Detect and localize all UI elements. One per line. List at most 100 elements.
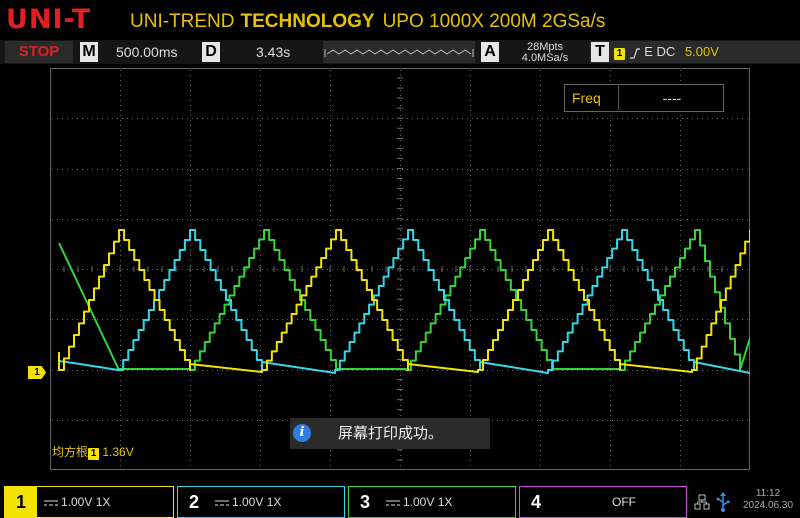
graticule-dot (260, 220, 261, 221)
graticule-dot (527, 420, 528, 421)
delay-value[interactable]: 3.43s (256, 42, 290, 62)
graticule-dot (330, 370, 331, 371)
measurement-label: Freq (572, 90, 601, 106)
graticule-dot (437, 319, 438, 320)
graticule-dot (222, 319, 223, 320)
graticule-dot (142, 219, 143, 220)
graticule-dot (257, 269, 258, 270)
graticule-dot (237, 219, 238, 220)
graticule-dot (437, 370, 438, 371)
graticule-dot (260, 265, 261, 266)
graticule-dot (262, 118, 263, 119)
graticule-dot (337, 219, 338, 220)
channel-3-panel[interactable]: 3 1.00V 1X (348, 486, 516, 518)
graticule-dot (647, 219, 648, 220)
graticule-dot (457, 118, 458, 119)
graticule-dot (227, 118, 228, 119)
graticule-dot (260, 245, 261, 246)
graticule-dot (260, 225, 261, 226)
graticule-dot (102, 370, 103, 371)
graticule-dot (610, 115, 611, 116)
graticule-dot (400, 390, 401, 391)
channel-2-panel[interactable]: 2 1.00V 1X (177, 486, 345, 518)
graticule-dot (190, 300, 191, 301)
graticule-dot (540, 100, 541, 101)
channel-1-panel[interactable]: 1 1.00V 1X (4, 486, 174, 518)
graticule-dot (120, 260, 121, 261)
graticule-dot (680, 465, 681, 466)
graticule-dot (162, 169, 163, 170)
graticule-dot (447, 370, 448, 371)
graticule-dot (552, 219, 553, 220)
graticule-dot (610, 450, 611, 451)
graticule-dot (92, 370, 93, 371)
graticule-dot (260, 450, 261, 451)
trigger-key[interactable]: T (591, 42, 609, 62)
graticule-dot (307, 319, 308, 320)
graticule-dot (147, 219, 148, 220)
graticule-dot (197, 219, 198, 220)
graticule-dot (657, 269, 658, 270)
graticule-dot (347, 269, 348, 270)
graticule-dot (260, 260, 261, 261)
graticule-dot (162, 219, 163, 220)
graticule-dot (692, 420, 693, 421)
graticule-dot (470, 395, 471, 396)
graticule-dot (260, 445, 261, 446)
ch1-offset-marker[interactable]: 1 (28, 366, 46, 379)
usb-icon[interactable] (716, 492, 730, 512)
graticule-dot (470, 415, 471, 416)
graticule-dot (470, 280, 471, 281)
graticule-dot (260, 150, 261, 151)
graticule-dot (472, 169, 473, 170)
graticule-dot (177, 420, 178, 421)
graticule-dot (547, 269, 548, 270)
graticule-dot (377, 219, 378, 220)
graticule-dot (610, 130, 611, 131)
graticule-dot (610, 285, 611, 286)
graticule-dot (190, 75, 191, 76)
graticule-dot (627, 319, 628, 320)
graticule-dot (540, 430, 541, 431)
graticule-dot (92, 319, 93, 320)
timebase-key[interactable]: M (80, 42, 98, 62)
graticule-dot (260, 180, 261, 181)
timebase-value[interactable]: 500.00ms (116, 42, 177, 62)
delay-key[interactable]: D (202, 42, 220, 62)
channel-4-panel[interactable]: 4 OFF (519, 486, 687, 518)
graticule-dot (252, 420, 253, 421)
memory-overview[interactable] (323, 41, 475, 63)
graticule-dot (120, 375, 121, 376)
graticule-dot (482, 118, 483, 119)
graticule-dot (400, 345, 401, 346)
graticule-dot (120, 90, 121, 91)
graticule-dot (260, 110, 261, 111)
graticule-dot (540, 130, 541, 131)
graticule-dot (400, 105, 401, 106)
network-icon[interactable] (694, 494, 710, 510)
acquire-key[interactable]: A (481, 42, 499, 62)
trigger-level: 5.00V (684, 44, 719, 59)
graticule-dot (372, 219, 373, 220)
graticule-dot (52, 219, 53, 220)
run-stop-indicator[interactable]: STOP (5, 41, 73, 63)
graticule-dot (292, 370, 293, 371)
graticule-dot (190, 420, 191, 421)
graticule-dot (442, 370, 443, 371)
waveform-display[interactable] (50, 68, 750, 470)
graticule-dot (527, 169, 528, 170)
graticule-dot (337, 118, 338, 119)
graticule-dot (272, 118, 273, 119)
graticule-dot (610, 395, 611, 396)
graticule-dot (610, 360, 611, 361)
graticule-dot (487, 219, 488, 220)
graticule-dot (177, 169, 178, 170)
graticule-dot (142, 370, 143, 371)
graticule-dot (190, 120, 191, 121)
graticule-dot (680, 430, 681, 431)
graticule-dot (577, 219, 578, 220)
graticule-dot (120, 310, 121, 311)
graticule-dot (732, 269, 733, 270)
graticule-dot (97, 269, 98, 270)
graticule-dot (507, 370, 508, 371)
